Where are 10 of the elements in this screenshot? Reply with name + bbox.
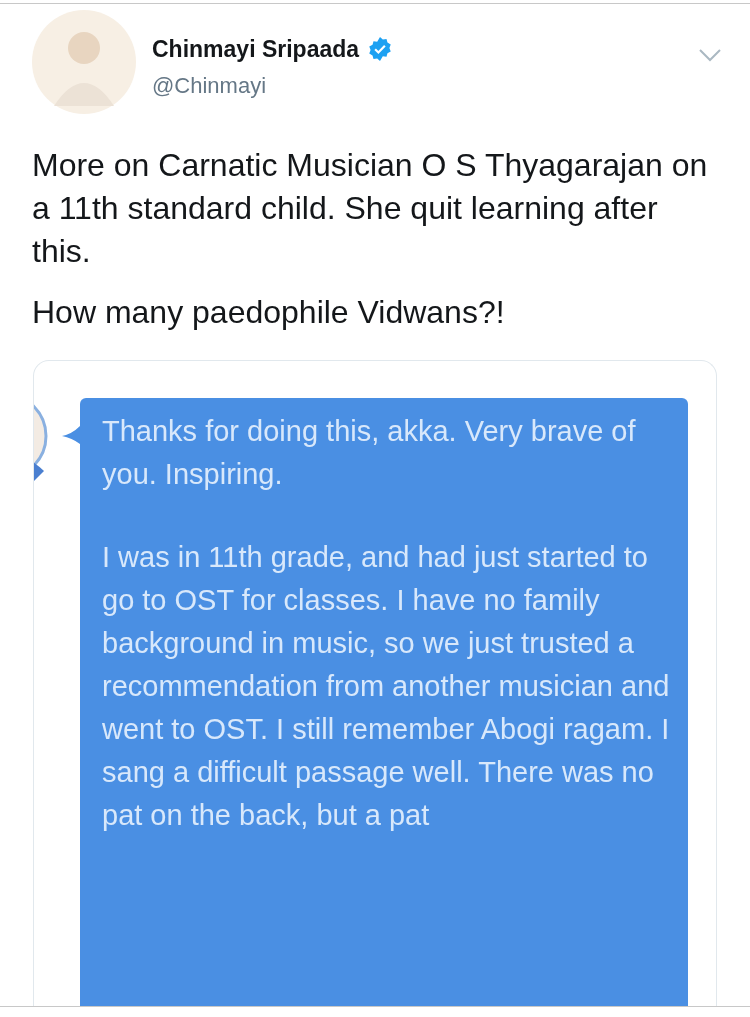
author-handle[interactable]: @Chinmayi [152,68,698,102]
author-name[interactable]: Chinmayi Sripaada [152,32,360,67]
tweet-text: More on Carnatic Musician O S Thyagarajan on a 11th standard child. She quit learning after this. [32,146,709,271]
message-text: I was in 11th grade, and had just started to go to OST for classes. I have no family background in music, so we just trusted a recommendation from another musician and went to OST. I still remember Abogi ragam. I sang a difficult passage well. There was no pat on the back, but a pat [102,540,671,833]
bubble-tail [62,426,80,444]
image-card[interactable] [33,360,717,1006]
avatar[interactable] [32,10,136,114]
chevron-down-icon[interactable] [698,48,722,62]
tweet-text: How many paedophile Vidwans?! [32,293,506,332]
message-text: Thanks for doing this, akka. Very brave of you. Inspiring. [102,414,637,492]
